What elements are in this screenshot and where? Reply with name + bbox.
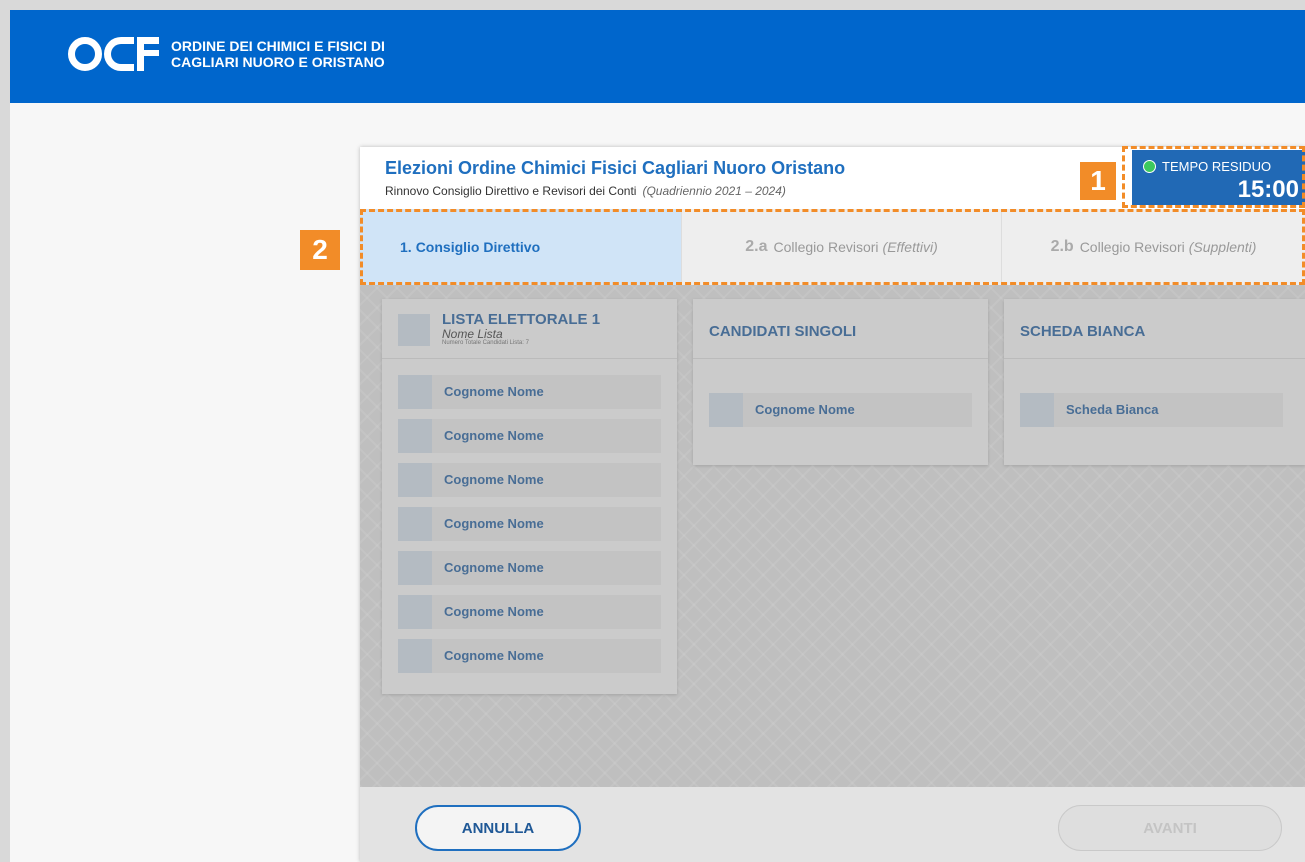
- marker-badge-1: 1: [1080, 162, 1116, 200]
- next-button[interactable]: AVANTI: [1058, 805, 1282, 851]
- app-frame: ORDINE DEI CHIMICI E FISICI DI CAGLIARI …: [10, 10, 1305, 862]
- cancel-button[interactable]: ANNULLA: [415, 805, 581, 851]
- election-subtitle: Rinnovo Consiglio Direttivo e Revisori d…: [385, 184, 786, 198]
- org-name-line2: CAGLIARI NUORO E ORISTANO: [171, 54, 385, 70]
- election-period: (Quadriennio 2021 – 2024): [642, 184, 786, 198]
- logo-letter-f: [137, 37, 159, 71]
- ballot-content: LISTA ELETTORALE 1 Nome Lista Numero Tot…: [360, 285, 1305, 787]
- top-bar: ORDINE DEI CHIMICI E FISICI DI CAGLIARI …: [10, 10, 1305, 103]
- tabs-highlight: [360, 209, 1305, 285]
- org-name-line1: ORDINE DEI CHIMICI E FISICI DI: [171, 38, 385, 54]
- disabled-overlay: [360, 285, 1305, 787]
- election-subtitle-text: Rinnovo Consiglio Direttivo e Revisori d…: [385, 184, 637, 198]
- footer-bar: ANNULLA AVANTI: [360, 787, 1305, 862]
- ocf-logo: ORDINE DEI CHIMICI E FISICI DI CAGLIARI …: [68, 37, 385, 71]
- logo-letter-o: [68, 37, 102, 71]
- org-name: ORDINE DEI CHIMICI E FISICI DI CAGLIARI …: [171, 38, 385, 70]
- election-title: Elezioni Ordine Chimici Fisici Cagliari …: [385, 158, 846, 178]
- marker-badge-2: 2: [300, 230, 340, 270]
- timer-highlight: [1122, 146, 1305, 208]
- logo-letter-c: [104, 37, 134, 71]
